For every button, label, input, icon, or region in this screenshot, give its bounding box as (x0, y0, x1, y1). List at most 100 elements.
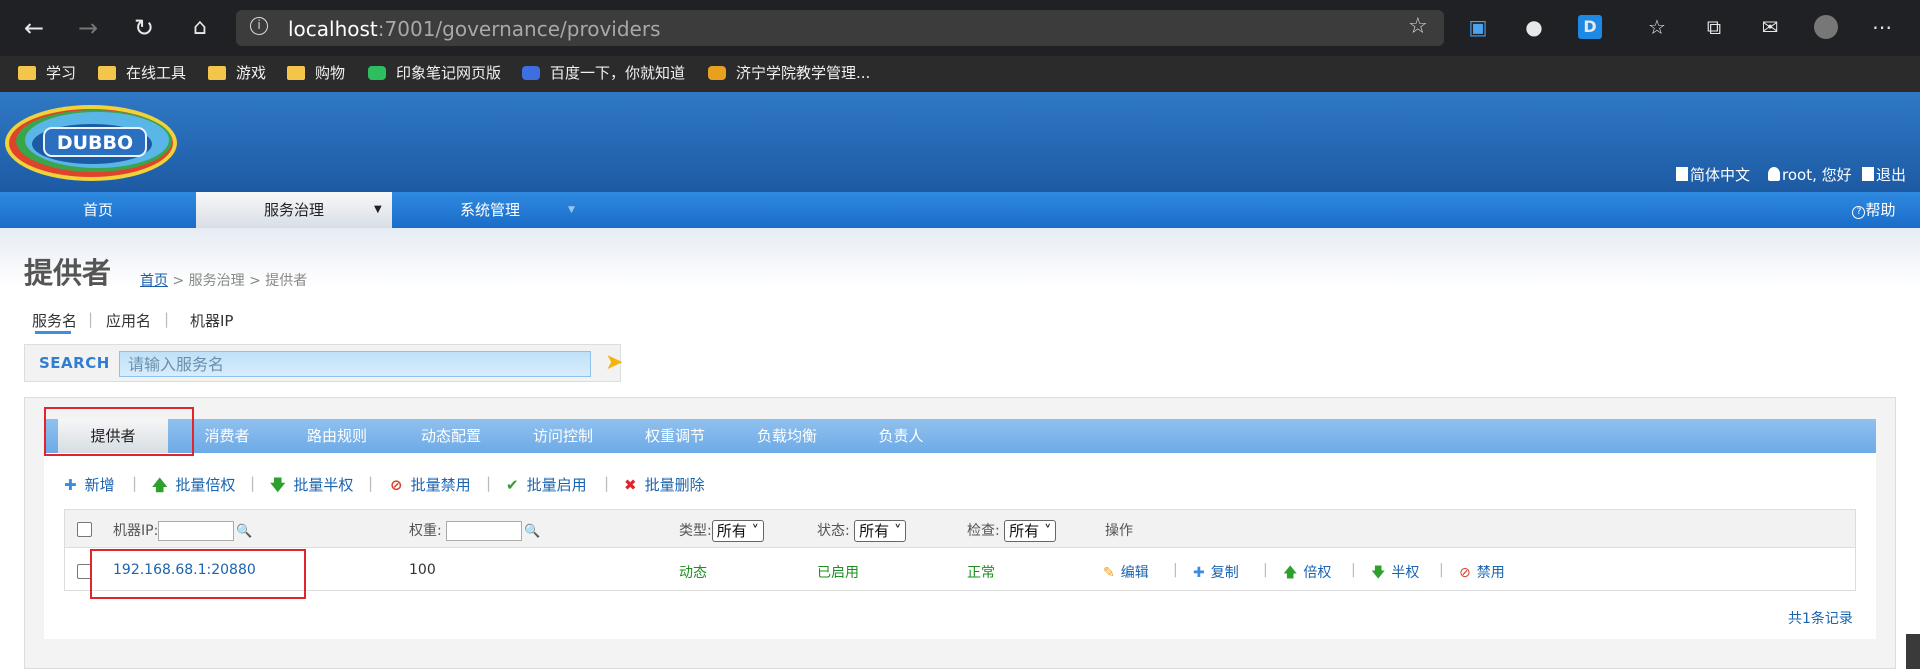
pencil-icon: ✎ (1103, 565, 1115, 581)
school-icon (708, 66, 726, 80)
url-text: localhost:7001/governance/providers (288, 17, 661, 41)
search-icon[interactable]: 🔍 (524, 524, 540, 539)
refresh-icon[interactable]: ↻ (128, 12, 160, 44)
tab-weight[interactable]: 权重调节 (630, 419, 720, 453)
breadcrumb: 首页 > 服务治理 > 提供者 (140, 270, 307, 290)
nav-system[interactable]: 系统管理 ▼ (392, 192, 588, 228)
check-filter-select[interactable]: 所有 ˅ (1004, 520, 1057, 542)
action-separator: | (250, 474, 256, 492)
bookmark-shopping[interactable]: 购物 (287, 61, 345, 85)
tab-consumers[interactable]: 消费者 (182, 419, 272, 453)
provider-status: 已启用 (817, 565, 859, 581)
search-icon[interactable]: 🔍 (236, 524, 252, 539)
header-ip: 机器IP: 🔍 (113, 521, 253, 541)
app-header: DUBBO 简体中文 root, 您好 退出 (0, 92, 1920, 192)
extension-chat-icon[interactable]: ● (1522, 15, 1546, 39)
folder-icon (18, 66, 36, 80)
more-menu-icon[interactable]: ⋯ (1870, 15, 1894, 39)
home-icon[interactable]: ⌂ (184, 12, 216, 44)
profile-avatar[interactable] (1814, 15, 1838, 39)
provider-weight: 100 (409, 562, 436, 578)
bookmark-baidu[interactable]: 百度一下，你就知道 (522, 61, 685, 85)
forward-arrow-icon[interactable]: → (72, 12, 104, 44)
op-separator: | (1173, 562, 1178, 578)
address-bar[interactable]: i localhost:7001/governance/providers ☆ (236, 10, 1444, 46)
folder-icon (208, 66, 226, 80)
nav-governance[interactable]: 服务治理 ▼ (196, 192, 392, 228)
scrollbar-thumb[interactable] (1906, 634, 1920, 669)
disable-button[interactable]: ⊘ 禁用 (1459, 562, 1505, 582)
action-separator: | (132, 474, 138, 492)
collections-icon[interactable]: ⧉ (1702, 15, 1726, 39)
tab-owners[interactable]: 负责人 (856, 419, 946, 453)
check-icon: ✔ (506, 476, 519, 494)
filter-tab-application[interactable]: 应用名 (106, 310, 151, 331)
tab-load-balance[interactable]: 负载均衡 (742, 419, 832, 453)
op-separator: | (1263, 562, 1268, 578)
up-arrow-icon: 🡅 (1283, 565, 1298, 581)
favorite-star-icon[interactable]: ☆ (1408, 14, 1428, 39)
table-header: 机器IP: 🔍 权重: 🔍 类型: 所有 ˅ 状态: 所有 ˅ 检查: 所有 ˅ 操… (65, 510, 1855, 548)
search-input[interactable] (119, 351, 591, 377)
bookmark-evernote[interactable]: 印象笔记网页版 (368, 61, 501, 85)
folder-icon (98, 66, 116, 80)
language-link[interactable]: 简体中文 (1676, 164, 1750, 185)
help-link[interactable]: ? 帮助 (1842, 192, 1906, 228)
nav-governance-label: 服务治理 (263, 201, 324, 219)
dropdown-arrow-icon: ▼ (568, 205, 575, 215)
op-separator: | (1439, 562, 1444, 578)
evernote-icon (368, 66, 386, 80)
filter-separator: | (164, 310, 170, 328)
batch-disable-button[interactable]: ⊘ 批量禁用 (390, 474, 471, 495)
search-go-arrow-icon[interactable]: ➤ (605, 352, 623, 374)
document-icon (1676, 167, 1688, 181)
add-button[interactable]: ✚ 新增 (64, 474, 115, 495)
action-separator: | (368, 474, 374, 492)
dubbo-logo[interactable]: DUBBO (2, 98, 180, 184)
tab-dynamic-config[interactable]: 动态配置 (406, 419, 496, 453)
bookmark-games[interactable]: 游戏 (208, 61, 266, 85)
up-arrow-icon: 🡅 (152, 476, 168, 494)
select-all-checkbox[interactable] (77, 522, 92, 537)
batch-enable-button[interactable]: ✔ 批量启用 (506, 474, 587, 495)
extension-d-icon[interactable]: D (1578, 15, 1602, 39)
batch-half-weight-button[interactable]: 🡇 批量半权 (270, 474, 353, 500)
down-arrow-icon: 🡇 (270, 476, 286, 494)
filter-tab-service[interactable]: 服务名 (32, 310, 77, 331)
filter-tab-ip[interactable]: 机器IP (190, 310, 233, 331)
baidu-paw-icon (522, 66, 540, 80)
batch-double-weight-button[interactable]: 🡅 批量倍权 (152, 474, 235, 500)
bookmark-study[interactable]: 学习 (18, 61, 76, 85)
back-arrow-icon[interactable]: ← (18, 12, 50, 44)
header-type: 类型: 所有 ˅ (679, 520, 765, 542)
favorites-list-icon[interactable]: ☆ (1645, 15, 1669, 39)
highlight-box-provider-address (90, 549, 306, 599)
browser-toolbar: ← → ↻ ⌂ i localhost:7001/governance/prov… (0, 0, 1920, 56)
record-count: 共1条记录 (1788, 611, 1853, 627)
user-greeting: root, 您好 (1768, 164, 1852, 185)
search-box: SEARCH ➤ (24, 344, 623, 382)
tab-routes[interactable]: 路由规则 (292, 419, 382, 453)
info-icon[interactable]: i (250, 17, 268, 35)
type-filter-select[interactable]: 所有 ˅ (711, 520, 765, 542)
bookmark-jining[interactable]: 济宁学院教学管理... (708, 61, 870, 85)
tab-access-control[interactable]: 访问控制 (518, 419, 608, 453)
header-weight: 权重: 🔍 (409, 521, 541, 541)
ip-filter-input[interactable] (158, 521, 235, 541)
extension-crop-icon[interactable]: ▣ (1466, 15, 1490, 39)
breadcrumb-home-link[interactable]: 首页 (140, 273, 168, 289)
bookmark-online-tools[interactable]: 在线工具 (98, 61, 186, 85)
feedback-icon[interactable]: ✉ (1758, 15, 1782, 39)
highlight-box-providers-tab (44, 407, 194, 456)
ban-icon: ⊘ (390, 476, 403, 494)
half-weight-button[interactable]: 🡇 半权 (1371, 562, 1419, 586)
logout-link[interactable]: 退出 (1862, 164, 1906, 185)
nav-home[interactable]: 首页 (0, 192, 196, 228)
weight-filter-input[interactable] (446, 521, 523, 541)
plus-icon: ✚ (64, 476, 77, 494)
status-filter-select[interactable]: 所有 ˅ (854, 520, 907, 542)
double-weight-button[interactable]: 🡅 倍权 (1283, 562, 1331, 586)
batch-delete-button[interactable]: ✖ 批量删除 (624, 474, 705, 495)
edit-button[interactable]: ✎ 编辑 (1103, 562, 1149, 582)
copy-button[interactable]: ✚ 复制 (1193, 562, 1239, 582)
